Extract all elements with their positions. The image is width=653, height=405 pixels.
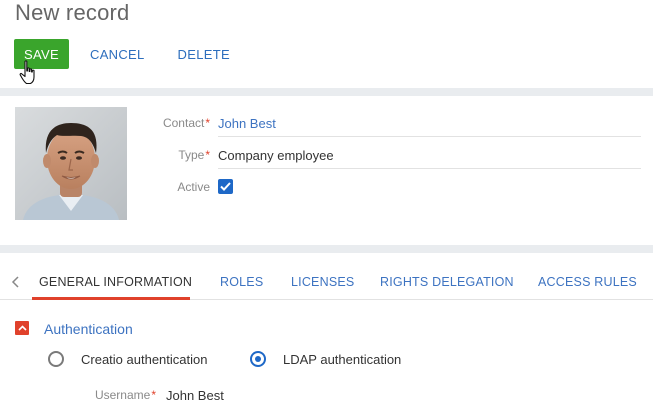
username-label: Username [94, 388, 151, 402]
contact-value-link[interactable]: John Best [218, 116, 276, 131]
type-field: Type* Company employee [140, 143, 641, 169]
chevron-left-icon[interactable] [10, 274, 22, 290]
active-label: Active [177, 180, 210, 194]
username-value[interactable]: John Best [166, 388, 224, 403]
hand-pointer-cursor-icon [19, 60, 35, 85]
radio-label: LDAP authentication [283, 351, 402, 367]
type-label: Type [178, 148, 205, 162]
required-marker: * [205, 116, 210, 130]
contact-label: Contact [162, 116, 205, 130]
tab-licenses[interactable]: LICENSES [291, 275, 354, 289]
radio-creatio-authentication[interactable]: Creatio authentication [48, 349, 207, 369]
toolbar: SAVE CANCEL DELETE [14, 38, 230, 70]
delete-button[interactable]: DELETE [178, 47, 230, 62]
field-underline [218, 168, 641, 169]
active-field: Active [140, 175, 233, 199]
required-marker: * [151, 388, 156, 402]
tab-bar: GENERAL INFORMATION ROLES LICENSES RIGHT… [0, 266, 653, 300]
field-underline [218, 136, 641, 137]
page-title: New record [15, 0, 130, 25]
checkmark-icon [220, 182, 231, 191]
type-value[interactable]: Company employee [218, 148, 334, 163]
active-tab-indicator [32, 297, 190, 300]
radio-button[interactable] [48, 351, 64, 367]
contact-field: Contact* John Best [140, 111, 641, 137]
active-checkbox[interactable] [218, 179, 233, 194]
tab-access-rules[interactable]: ACCESS RULES [538, 275, 637, 289]
tab-rights-delegation[interactable]: RIGHTS DELEGATION [380, 275, 514, 289]
username-field: Username* John Best [60, 385, 224, 405]
tab-general-information[interactable]: GENERAL INFORMATION [39, 275, 192, 289]
radio-ldap-authentication[interactable]: LDAP authentication [250, 349, 401, 369]
radio-label: Creatio authentication [81, 351, 208, 367]
section-title-authentication[interactable]: Authentication [44, 321, 133, 337]
contact-photo[interactable] [15, 107, 127, 220]
section-collapse-toggle[interactable] [15, 321, 29, 335]
tab-roles[interactable]: ROLES [220, 275, 263, 289]
required-marker: * [205, 148, 210, 162]
section-divider [0, 88, 653, 96]
section-divider [0, 245, 653, 253]
radio-button[interactable] [250, 351, 266, 367]
cancel-button[interactable]: CANCEL [90, 47, 145, 62]
chevron-up-icon [17, 325, 27, 331]
